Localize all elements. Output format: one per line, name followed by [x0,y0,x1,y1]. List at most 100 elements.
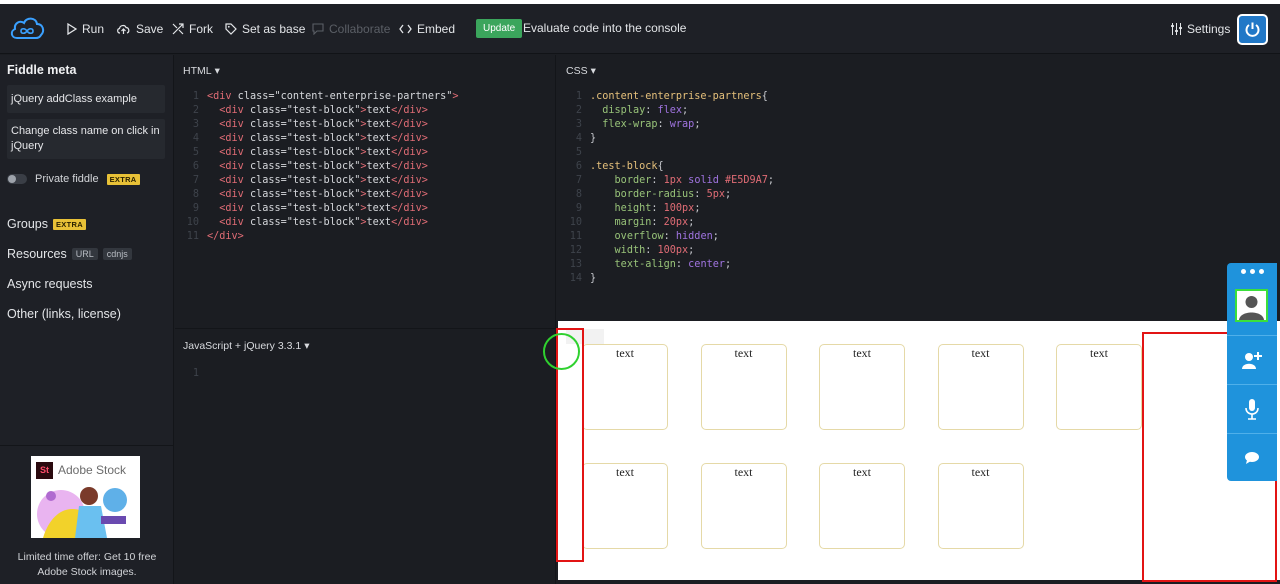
code-line[interactable]: 2 display: flex; [558,104,774,118]
code-line[interactable]: 10 <div class="test-block">text</div> [175,216,459,230]
run-label: Run [82,22,105,36]
line-number: 11 [569,231,582,242]
code-line[interactable]: 1 [175,367,207,381]
code-line[interactable]: 5 [558,146,774,160]
html-code-editor[interactable]: 1 <div class="content-enterprise-partners… [175,90,459,244]
extra-badge: EXTRA [106,173,140,185]
code-line[interactable]: 4} [558,132,774,146]
toggle-switch[interactable] [7,174,27,184]
code-line[interactable]: 3 flex-wrap: wrap; [558,118,774,132]
css-code-editor[interactable]: 1 .content-enterprise-partners{2 display:… [558,90,774,286]
sidebar-item-label: Groups [7,217,48,231]
resources-cdnjs-tag[interactable]: cdnjs [102,248,132,260]
line-number: 5 [192,147,199,158]
code-line[interactable]: 7 border: 1px solid #E5D9A7; [558,174,774,188]
set-as-base-button[interactable]: Set as base [225,20,305,38]
floating-contact-widget[interactable] [1227,263,1277,481]
sidebar-item-label: Resources [7,247,67,261]
code-line[interactable]: 8 <div class="test-block">text</div> [175,188,459,202]
code-line[interactable]: 6 .test-block{ [558,160,774,174]
line-number: 12 [569,245,582,256]
html-panel-header[interactable]: HTML ▾ [183,65,220,77]
code-line[interactable]: 13 text-align: center; [558,258,774,272]
code-line[interactable]: 11 overflow: hidden; [558,230,774,244]
ad-image[interactable]: St Adobe Stock [31,456,140,538]
code-line[interactable]: 9 <div class="test-block">text</div> [175,202,459,216]
fiddle-description-input[interactable]: Change class name on click in jQuery [7,119,165,159]
power-button[interactable] [1237,14,1268,45]
avatar[interactable] [1235,289,1268,322]
js-code-editor[interactable]: 1 [175,367,207,381]
adobe-stock-ad[interactable]: St Adobe Stock Limited time offer: Get 1… [0,445,174,584]
code-line[interactable]: 14} [558,272,774,286]
code-line[interactable]: 1 <div class="content-enterprise-partners… [175,90,459,104]
embed-label: Embed [417,22,456,36]
line-number: 7 [192,175,199,186]
fork-button[interactable]: Fork [172,20,213,38]
resources-url-tag[interactable]: URL [71,248,98,260]
private-fiddle-label: Private fiddle [35,173,99,185]
code-line[interactable]: 5 <div class="test-block">text</div> [175,146,459,160]
chat-button[interactable] [1227,434,1277,482]
code-line[interactable]: 3 <div class="test-block">text</div> [175,118,459,132]
add-contact-button[interactable] [1227,336,1277,384]
code-line[interactable]: 7 <div class="test-block">text</div> [175,174,459,188]
fork-icon [172,23,184,35]
run-button[interactable]: Run [66,20,104,38]
css-panel-header[interactable]: CSS ▾ [566,65,596,77]
settings-label: Settings [1187,22,1231,36]
js-panel-header[interactable]: JavaScript + jQuery 3.3.1 ▾ [183,340,309,352]
save-button[interactable]: Save [116,20,163,38]
sidebar: Fiddle meta jQuery addClass example Chan… [0,55,174,584]
code-line[interactable]: 9 height: 100px; [558,202,774,216]
code-line[interactable]: 2 <div class="test-block">text</div> [175,104,459,118]
update-button[interactable]: Update [476,19,523,38]
code-line[interactable]: 11 </div> [175,230,459,244]
ad-text[interactable]: Limited time offer: Get 10 free Adobe St… [0,550,174,580]
javascript-panel[interactable]: JavaScript + jQuery 3.3.1 ▾ 1 [175,330,556,584]
code-line[interactable]: 6 <div class="test-block">text</div> [175,160,459,174]
line-number: 13 [569,259,582,270]
microphone-icon [1245,399,1259,420]
widget-menu-dots[interactable] [1227,263,1277,279]
sidebar-item-async-requests[interactable]: Async requests [7,277,92,291]
sidebar-item-groups[interactable]: Groups EXTRA [7,217,86,231]
code-line[interactable]: 4 <div class="test-block">text</div> [175,132,459,146]
sidebar-item-label: Async requests [7,277,93,291]
test-block: text [819,344,905,430]
line-number: 9 [575,203,582,214]
line-number: 1 [192,91,199,102]
line-number: 3 [192,119,199,130]
annotation-green-circle [543,333,580,370]
html-panel-label: HTML [183,65,212,77]
sidebar-item-other[interactable]: Other (links, license) [7,307,121,321]
html-panel[interactable]: HTML ▾ 1 <div class="content-enterprise-p… [175,55,556,329]
sidebar-item-resources[interactable]: Resources URL cdnjs [7,247,132,261]
top-toolbar: Run Save Fork Set as base Collaborate Em… [0,4,1280,54]
line-number: 11 [186,231,199,242]
code-line[interactable]: 10 margin: 20px; [558,216,774,230]
line-number: 6 [192,161,199,172]
fiddle-title-input[interactable]: jQuery addClass example [7,85,165,113]
collaborate-button[interactable]: Collaborate [312,20,390,38]
settings-button[interactable]: Settings [1170,22,1230,36]
evaluate-console-toggle[interactable]: Evaluate code into the console [523,21,686,35]
ad-line-1: Limited time offer: Get 10 free [17,551,157,563]
css-panel-label: CSS [566,65,588,77]
sliders-icon [1171,23,1182,35]
line-number: 4 [192,133,199,144]
private-fiddle-toggle[interactable]: Private fiddle EXTRA [7,173,140,185]
code-line[interactable]: 8 border-radius: 5px; [558,188,774,202]
css-panel[interactable]: CSS ▾ 1 .content-enterprise-partners{2 di… [558,55,1280,321]
user-silhouette-icon [1239,296,1264,320]
power-icon [1245,22,1260,37]
jsfiddle-cloud-logo-icon[interactable] [8,12,46,46]
line-number: 3 [575,119,582,130]
code-line[interactable]: 12 width: 100px; [558,244,774,258]
code-line[interactable]: 1 .content-enterprise-partners{ [558,90,774,104]
voice-call-button[interactable] [1227,385,1277,433]
embed-button[interactable]: Embed [399,20,455,38]
collaborate-label: Collaborate [329,22,391,36]
chat-bubble-icon [1245,452,1259,464]
line-number: 8 [192,189,199,200]
